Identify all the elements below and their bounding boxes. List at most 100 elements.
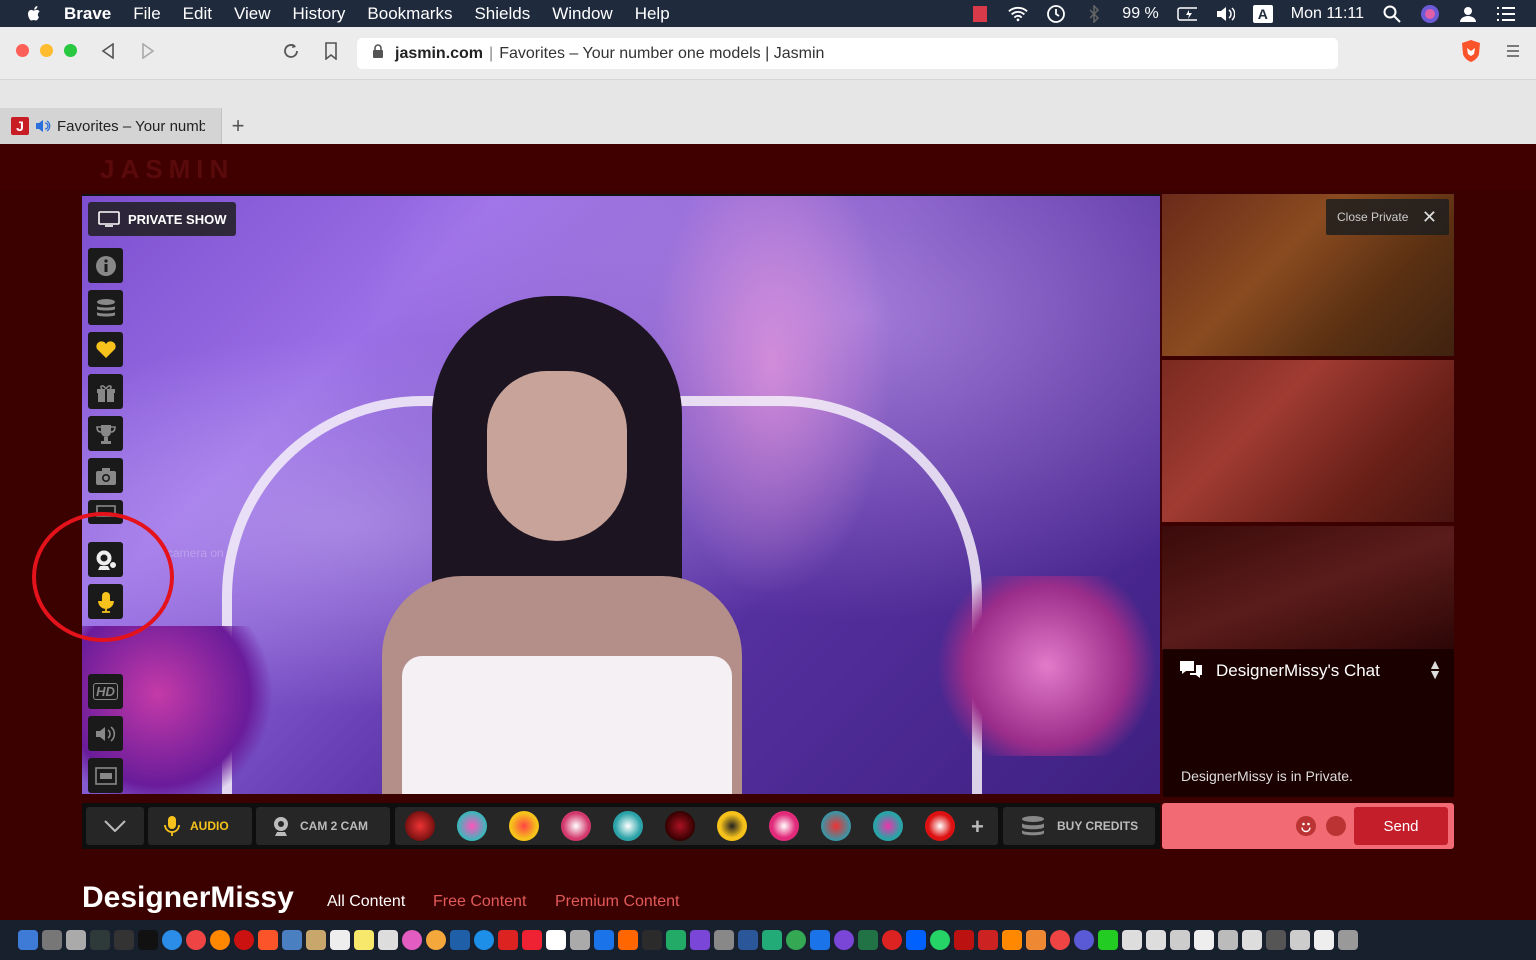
dock-folder-icon[interactable]	[1242, 930, 1262, 950]
time-machine-icon[interactable]	[1046, 4, 1066, 23]
onenote-icon[interactable]	[690, 930, 710, 950]
apple-icon[interactable]	[24, 4, 44, 24]
menu-app-name[interactable]: Brave	[64, 4, 111, 24]
menubar-clock[interactable]: Mon 11:11	[1291, 5, 1364, 23]
chat-header[interactable]: DesignerMissy's Chat ▲ ▼	[1163, 649, 1454, 693]
shoe-gift-icon[interactable]	[665, 811, 695, 841]
stickies-icon[interactable]	[354, 930, 374, 950]
volume-icon[interactable]	[1215, 5, 1235, 23]
volume-button[interactable]	[88, 716, 123, 751]
filezilla-icon[interactable]	[954, 930, 974, 950]
trash-icon[interactable]	[1338, 930, 1358, 950]
app-icon[interactable]	[666, 930, 686, 950]
battery-icon[interactable]	[1177, 5, 1197, 23]
buy-credits-button[interactable]: BUY CREDITS	[1003, 807, 1155, 845]
menu-shields[interactable]: Shields	[474, 4, 530, 24]
app-icon[interactable]	[978, 930, 998, 950]
dock-folder-icon[interactable]	[1170, 930, 1190, 950]
calendar-icon[interactable]	[330, 930, 350, 950]
system-preferences-icon[interactable]	[42, 930, 62, 950]
photos-icon[interactable]	[426, 930, 446, 950]
info-button[interactable]	[88, 248, 123, 283]
window-minimize-button[interactable]	[40, 44, 53, 57]
language-globe-icon[interactable]	[1326, 816, 1346, 836]
close-private-button[interactable]: Close Private ✕	[1326, 199, 1449, 235]
console-icon[interactable]	[114, 930, 134, 950]
app-icon[interactable]	[1026, 930, 1046, 950]
audio-button[interactable]: AUDIO	[148, 807, 252, 845]
app-icon[interactable]	[714, 930, 734, 950]
brave-icon[interactable]	[258, 930, 278, 950]
menu-file[interactable]: File	[133, 4, 160, 24]
cocktail-gift-icon[interactable]	[457, 811, 487, 841]
menu-help[interactable]: Help	[635, 4, 670, 24]
bookmark-button[interactable]	[320, 40, 342, 62]
back-button[interactable]	[97, 40, 119, 62]
app-icon[interactable]	[570, 930, 590, 950]
shopping-gift-icon[interactable]	[821, 811, 851, 841]
safari-icon[interactable]	[162, 930, 182, 950]
strawberry-gift-icon[interactable]	[561, 811, 591, 841]
notification-center-icon[interactable]	[1496, 5, 1516, 23]
menu-bookmarks[interactable]: Bookmarks	[367, 4, 452, 24]
dock-folder-icon[interactable]	[1218, 930, 1238, 950]
chat-input-row[interactable]: Send	[1162, 803, 1454, 849]
record-indicator-icon[interactable]	[970, 5, 990, 23]
notes-icon[interactable]	[306, 930, 326, 950]
preview-icon[interactable]	[282, 930, 302, 950]
user-account-icon[interactable]	[1458, 5, 1478, 23]
chrome-icon[interactable]	[186, 930, 206, 950]
menu-edit[interactable]: Edit	[183, 4, 212, 24]
browser-menu-icon[interactable]	[1502, 40, 1524, 62]
window-close-button[interactable]	[16, 44, 29, 57]
address-bar[interactable]: jasmin.com | Favorites – Your number one…	[357, 38, 1338, 69]
textedit-icon[interactable]	[378, 930, 398, 950]
forward-button[interactable]	[137, 40, 159, 62]
dock-folder-icon[interactable]	[1314, 930, 1334, 950]
word-icon[interactable]	[738, 930, 758, 950]
wifi-icon[interactable]	[1008, 5, 1028, 23]
car-gift-icon[interactable]	[925, 811, 955, 841]
app-icon[interactable]	[762, 930, 782, 950]
window-zoom-button[interactable]	[64, 44, 77, 57]
firefox-icon[interactable]	[210, 930, 230, 950]
app-icon[interactable]	[834, 930, 854, 950]
speaker-icon[interactable]	[35, 119, 51, 133]
credits-stack-button[interactable]	[88, 290, 123, 325]
model-thumbnail[interactable]	[1162, 360, 1454, 522]
dropbox-icon[interactable]	[906, 930, 926, 950]
dock-folder-icon[interactable]	[1194, 930, 1214, 950]
chat-expand-toggle-icon[interactable]: ▲ ▼	[1428, 657, 1442, 681]
laptop-gift-icon[interactable]	[873, 811, 903, 841]
document-icon[interactable]	[546, 930, 566, 950]
filezilla-red-icon[interactable]	[498, 930, 518, 950]
vscode-icon[interactable]	[450, 930, 470, 950]
tab-premium-content[interactable]: Premium Content	[555, 893, 680, 911]
menu-window[interactable]: Window	[552, 4, 612, 24]
app-icon[interactable]	[810, 930, 830, 950]
input-source-icon[interactable]: A	[1252, 4, 1273, 23]
app-icon[interactable]	[618, 930, 638, 950]
siri-icon[interactable]	[1420, 4, 1440, 23]
bluetooth-icon[interactable]	[1084, 4, 1104, 23]
claquette-icon[interactable]	[642, 930, 662, 950]
excel-icon[interactable]	[858, 930, 878, 950]
video-player[interactable]: PRIVATE SHOW camera on HD	[82, 194, 1160, 794]
sunglasses-gift-icon[interactable]	[509, 811, 539, 841]
favorite-heart-button[interactable]	[88, 332, 123, 367]
dock-folder-icon[interactable]	[1122, 930, 1142, 950]
trophy-button[interactable]	[88, 416, 123, 451]
more-gifts-button[interactable]: +	[971, 814, 984, 840]
theater-mode-button[interactable]	[88, 758, 123, 793]
reload-button[interactable]	[280, 40, 302, 62]
send-button[interactable]: Send	[1354, 807, 1448, 845]
menu-view[interactable]: View	[234, 4, 271, 24]
site-logo[interactable]: JASMIN	[100, 154, 234, 185]
app-icon[interactable]	[1074, 930, 1094, 950]
gift-button[interactable]	[88, 374, 123, 409]
snapshot-camera-button[interactable]	[88, 458, 123, 493]
watch-gift-icon[interactable]	[717, 811, 747, 841]
dock-folder-icon[interactable]	[1266, 930, 1286, 950]
opera-icon[interactable]	[234, 930, 254, 950]
hd-quality-button[interactable]: HD	[88, 674, 123, 709]
